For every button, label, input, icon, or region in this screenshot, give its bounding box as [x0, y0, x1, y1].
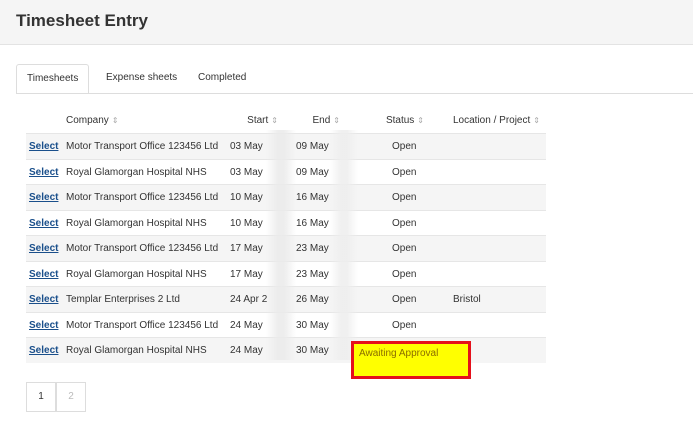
select-link[interactable]: Select	[29, 167, 58, 178]
column-header-status[interactable]: Status ⇕	[356, 108, 424, 134]
sort-icon: ⇕	[271, 116, 278, 125]
select-link[interactable]: Select	[29, 141, 58, 152]
tab-divider	[16, 93, 693, 94]
tab-timesheets[interactable]: Timesheets	[16, 64, 90, 94]
company-cell: Motor Transport Office 123456 Ltd	[66, 243, 219, 254]
location-cell	[453, 211, 546, 236]
status-badge: Awaiting Approval	[359, 348, 439, 359]
select-link[interactable]: Select	[29, 269, 58, 280]
company-cell: Templar Enterprises 2 Ltd	[66, 294, 180, 305]
page-title: Timesheet Entry	[16, 11, 148, 30]
company-cell: Motor Transport Office 123456 Ltd	[66, 192, 219, 203]
company-cell: Motor Transport Office 123456 Ltd	[66, 319, 219, 331]
column-header-location[interactable]: Location / Project ⇕	[453, 108, 546, 134]
location-cell	[453, 262, 546, 287]
location-cell	[453, 134, 546, 159]
select-link[interactable]: Select	[29, 192, 58, 203]
tab-expense-sheets[interactable]: Expense sheets	[96, 64, 187, 94]
company-cell: Royal Glamorgan Hospital NHS	[66, 268, 207, 280]
location-cell	[453, 313, 546, 338]
select-link[interactable]: Select	[29, 294, 58, 305]
select-link[interactable]: Select	[29, 345, 58, 356]
location-cell	[453, 160, 546, 185]
select-link[interactable]: Select	[29, 243, 58, 254]
location-cell	[453, 236, 546, 261]
sort-icon: ⇕	[333, 116, 340, 125]
page-header: Timesheet Entry	[0, 0, 693, 45]
redaction-blur	[330, 130, 358, 360]
sort-icon: ⇕	[417, 116, 424, 125]
company-cell: Royal Glamorgan Hospital NHS	[66, 345, 207, 356]
tab-completed[interactable]: Completed	[188, 64, 256, 94]
company-cell: Motor Transport Office 123456 Ltd	[66, 141, 219, 152]
location-cell	[453, 185, 546, 210]
page-button-1[interactable]: 1	[26, 382, 56, 412]
select-link[interactable]: Select	[29, 218, 58, 229]
sort-icon: ⇕	[111, 116, 119, 125]
sort-icon: ⇕	[533, 116, 540, 125]
location-cell: Bristol	[453, 294, 481, 305]
company-cell: Royal Glamorgan Hospital NHS	[66, 217, 207, 229]
column-header-company[interactable]: Company ⇕	[66, 108, 230, 134]
company-cell: Royal Glamorgan Hospital NHS	[66, 166, 207, 178]
select-link[interactable]: Select	[29, 320, 58, 331]
redaction-blur	[266, 130, 296, 360]
page-button-2[interactable]: 2	[56, 382, 86, 412]
awaiting-approval-highlight: Awaiting Approval	[351, 341, 471, 379]
